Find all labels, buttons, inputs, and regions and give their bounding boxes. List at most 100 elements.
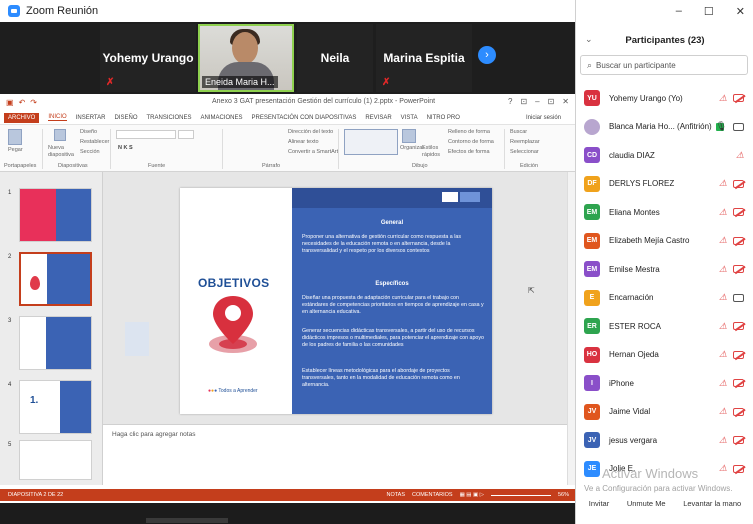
tab-inicio[interactable]: INICIO — [48, 114, 67, 121]
participant-row[interactable]: EM Elizabeth Mejía Castro ⚠ — [576, 227, 753, 255]
tab-nitro[interactable]: NITRO PRO — [427, 115, 460, 121]
text-direction-button[interactable]: Dirección del texto — [288, 129, 333, 135]
invite-button[interactable]: Invitar — [585, 497, 613, 510]
find-button[interactable]: Buscar — [510, 129, 527, 135]
smartart-button[interactable]: Convertir a SmartArt — [288, 149, 338, 155]
arrange-icon[interactable] — [402, 129, 416, 143]
slide-thumbnail-selected[interactable] — [19, 252, 92, 306]
tab-vista[interactable]: VISTA — [401, 115, 418, 121]
video-tile-active-speaker[interactable]: Eneida Maria H... — [198, 24, 294, 92]
tab-archivo[interactable]: ARCHIVO — [4, 112, 40, 123]
participant-row[interactable]: ER ESTER ROCA ⚠ — [576, 312, 753, 340]
participant-name: Encarnación — [609, 293, 654, 302]
unmute-button[interactable]: Unmute Me — [623, 497, 670, 510]
vertical-scrollbar[interactable] — [567, 172, 575, 485]
specific-heading: Específicos — [375, 281, 409, 287]
participant-row[interactable]: EM Eliana Montes ⚠ — [576, 198, 753, 226]
video-on-icon — [733, 122, 744, 131]
undo-icon[interactable]: ↶ — [19, 98, 26, 107]
slide-thumbnail[interactable] — [19, 440, 92, 480]
participant-search[interactable]: ⌕ — [580, 55, 748, 75]
paste-icon[interactable] — [8, 129, 22, 145]
new-slide-button[interactable]: Nueva diapositiva — [48, 145, 74, 159]
quick-styles-button[interactable]: Estilos rápidos — [422, 145, 440, 159]
participant-status-icons: ⚠ — [719, 378, 744, 389]
quick-access-toolbar[interactable]: ▣ ↶ ↷ — [6, 98, 37, 107]
video-tile[interactable]: Neila — [297, 24, 373, 92]
minimize-icon[interactable]: – — [535, 97, 539, 106]
avatar: JV — [584, 403, 600, 420]
zoom-slider[interactable] — [490, 494, 551, 496]
font-format-buttons[interactable]: N K S — [118, 145, 133, 151]
participant-name: DERLYS FLOREZ — [609, 179, 675, 188]
participant-row[interactable]: HO Hernan Ojeda ⚠ — [576, 341, 753, 369]
shape-outline-button[interactable]: Contorno de forma — [448, 139, 494, 145]
mic-muted-icon: ⚠ — [718, 263, 727, 274]
maximize-icon[interactable]: ⊡ — [548, 97, 555, 106]
search-input[interactable] — [596, 60, 737, 70]
layout-button[interactable]: Diseño — [80, 129, 97, 135]
close-icon[interactable]: ✕ — [736, 5, 745, 18]
comments-toggle[interactable]: COMENTARIOS — [412, 492, 453, 498]
replace-button[interactable]: Reemplazar — [510, 139, 540, 145]
participant-row[interactable]: Blanca Maria Ho... (Anfitrión) 🎙 — [576, 113, 753, 141]
tab-presentacion[interactable]: PRESENTACIÓN CON DIAPOSITIVAS — [252, 115, 357, 121]
zoom-level[interactable]: 56% — [558, 492, 569, 498]
tab-animaciones[interactable]: ANIMACIONES — [201, 115, 243, 121]
view-buttons[interactable]: ▦ ▤ ▣ ▷ — [460, 492, 484, 498]
participant-row[interactable]: EM Emilse Mestra ⚠ — [576, 255, 753, 283]
next-page-button[interactable]: › — [478, 46, 496, 64]
minimize-icon[interactable]: – — [676, 5, 682, 18]
participant-name: Jaime Vidal — [609, 407, 651, 416]
ribbon-display-icon[interactable]: ⊡ — [520, 97, 527, 106]
mic-on-icon: 🎙 — [715, 121, 727, 131]
shapes-gallery[interactable] — [344, 129, 398, 155]
video-off-icon — [733, 407, 744, 416]
save-icon[interactable]: ▣ — [6, 98, 14, 107]
participant-row[interactable]: JV Jaime Vidal ⚠ — [576, 398, 753, 426]
paste-button[interactable]: Pegar — [8, 147, 23, 153]
new-slide-icon[interactable] — [54, 129, 66, 141]
mic-muted-icon: ⚠ — [735, 149, 744, 160]
ppt-window-controls[interactable]: ? ⊡ – ⊡ ✕ — [508, 97, 569, 106]
tab-transiciones[interactable]: TRANSICIONES — [147, 115, 192, 121]
maximize-icon[interactable]: ☐ — [704, 5, 714, 18]
reset-button[interactable]: Restablecer — [80, 139, 109, 145]
participant-row[interactable]: CD claudia DIAZ ⚠ — [576, 141, 753, 169]
notes-pane[interactable]: Haga clic para agregar notas — [103, 424, 567, 485]
participant-row[interactable]: DF DERLYS FLOREZ ⚠ — [576, 170, 753, 198]
font-name-select[interactable] — [116, 130, 176, 139]
notes-toggle[interactable]: NOTAS — [386, 492, 405, 498]
raise-hand-button[interactable]: Levantar la mano — [679, 497, 745, 510]
login-link[interactable]: Iniciar sesión — [526, 115, 561, 121]
video-tile[interactable]: Yohemy Urango ✗ — [100, 24, 196, 92]
thumb-number: 4 — [8, 382, 12, 388]
shared-screen-powerpoint[interactable]: ▣ ↶ ↷ Anexo 3 GAT presentación Gestión d… — [0, 94, 575, 503]
tab-diseno[interactable]: DISEÑO — [114, 115, 137, 121]
redo-icon[interactable]: ↷ — [30, 98, 37, 107]
select-button[interactable]: Seleccionar — [510, 149, 539, 155]
arrange-button[interactable]: Organizar — [400, 145, 424, 151]
align-text-button[interactable]: Alinear texto — [288, 139, 319, 145]
participant-row[interactable]: JV jesus vergara ⚠ — [576, 426, 753, 454]
window-controls[interactable]: – ☐ ✕ — [676, 5, 745, 18]
close-icon[interactable]: ✕ — [562, 97, 569, 106]
slide-thumbnail[interactable] — [19, 316, 92, 370]
slide-thumbnail[interactable] — [19, 188, 92, 242]
slide-thumbnail[interactable]: 1. — [19, 380, 92, 434]
current-slide[interactable]: OBJETIVOS ●●● Todos a Aprender General P… — [180, 188, 492, 414]
search-icon: ⌕ — [587, 59, 593, 70]
font-size-select[interactable] — [178, 130, 194, 139]
participant-row[interactable]: E Encarnación ⚠ — [576, 284, 753, 312]
tab-insertar[interactable]: INSERTAR — [76, 115, 106, 121]
shape-effects-button[interactable]: Efectos de forma — [448, 149, 490, 155]
participant-name: Neila — [320, 51, 350, 65]
help-icon[interactable]: ? — [508, 97, 512, 106]
participant-row[interactable]: YU Yohemy Urango (Yo) ⚠ — [576, 84, 753, 112]
tab-revisar[interactable]: REVISAR — [365, 115, 391, 121]
panel-footer: Invitar Unmute Me Levantar la mano — [576, 497, 753, 510]
section-button[interactable]: Sección — [80, 149, 100, 155]
participant-row[interactable]: IiPhone ⚠ — [576, 369, 753, 397]
video-tile[interactable]: Marina Espitia ✗ — [376, 24, 472, 92]
shape-fill-button[interactable]: Relleno de forma — [448, 129, 490, 135]
